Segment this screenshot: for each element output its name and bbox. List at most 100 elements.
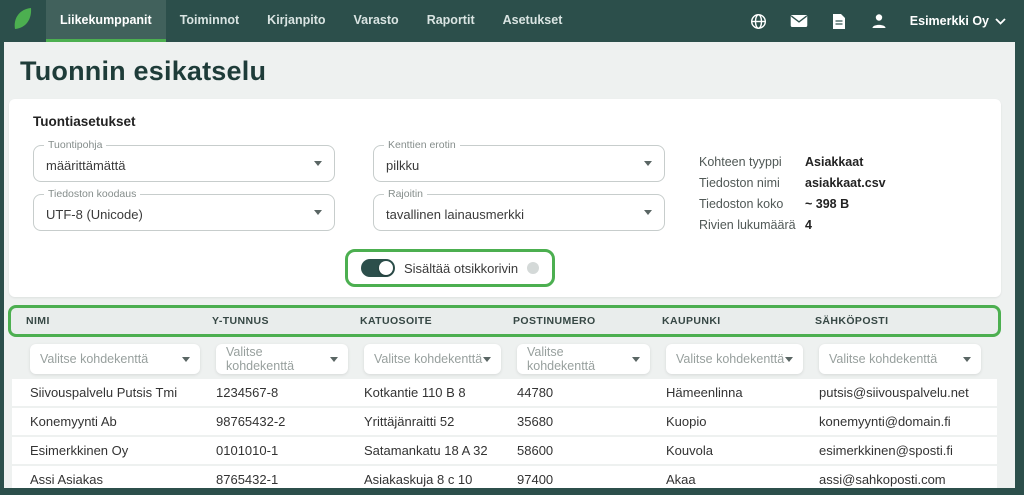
import-settings-card: Tuontiasetukset Tuontipohja määrittämätt… <box>9 99 1001 297</box>
select-value: pilkku <box>386 155 419 173</box>
cell-kaupunki: Akaa <box>666 472 819 487</box>
select-rajoitin[interactable]: Rajoitin tavallinen lainausmerkki <box>373 194 665 231</box>
info-label: Tiedoston nimi <box>699 176 805 190</box>
info-icon[interactable] <box>527 262 539 274</box>
nav-item-liikekumppanit[interactable]: Liikekumppanit <box>46 0 166 42</box>
leaf-logo-icon <box>12 6 34 37</box>
cell-y-tunnus: 8765432-1 <box>216 472 364 487</box>
form-column-middle: Kenttien erotin pilkku Rajoitin tavallin… <box>373 145 665 243</box>
column-header-y-tunnus: Y-TUNNUS <box>212 315 360 327</box>
cell-postinumero: 97400 <box>517 472 666 487</box>
column-header-kaupunki: KAUPUNKI <box>662 315 815 327</box>
cell-katuosoite: Asiakaskuja 8 c 10 <box>364 472 517 487</box>
mapping-select-kaupunki[interactable]: Valitse kohdekenttä <box>666 344 803 374</box>
table-row: Assi Asiakas 8765432-1 Asiakaskuja 8 c 1… <box>12 466 997 488</box>
dropdown-arrow-icon <box>182 357 190 362</box>
info-row-tiedoston-nimi: Tiedoston nimi asiakkaat.csv <box>699 172 886 193</box>
info-value: asiakkaat.csv <box>805 176 886 190</box>
cell-nimi: Esimerkkinen Oy <box>30 443 216 458</box>
cell-y-tunnus: 1234567-8 <box>216 385 364 400</box>
cell-katuosoite: Yrittäjänraitti 52 <box>364 414 517 429</box>
dropdown-arrow-icon <box>644 210 652 215</box>
nav-item-varasto[interactable]: Varasto <box>340 0 413 42</box>
select-value: UTF-8 (Unicode) <box>46 204 143 222</box>
info-row-tiedoston-koko: Tiedoston koko ~ 398 B <box>699 193 886 214</box>
info-label: Kohteen tyyppi <box>699 155 805 169</box>
select-value: tavallinen lainausmerkki <box>386 204 524 222</box>
dropdown-arrow-icon <box>314 161 322 166</box>
cell-nimi: Assi Asiakas <box>30 472 216 487</box>
app-logo[interactable] <box>0 0 46 42</box>
info-value: Asiakkaat <box>805 155 863 169</box>
nav-item-asetukset[interactable]: Asetukset <box>489 0 577 42</box>
nav-item-kirjanpito[interactable]: Kirjanpito <box>253 0 339 42</box>
column-header-nimi: NIMI <box>26 315 212 327</box>
nav-item-toiminnot[interactable]: Toiminnot <box>166 0 253 42</box>
cell-y-tunnus: 0101010-1 <box>216 443 364 458</box>
mapping-placeholder: Valitse kohdekenttä <box>40 352 148 366</box>
mapping-select-sahkoposti[interactable]: Valitse kohdekenttä <box>819 344 981 374</box>
mapping-select-katuosoite[interactable]: Valitse kohdekenttä <box>364 344 501 374</box>
info-row-kohteen-tyyppi: Kohteen tyyppi Asiakkaat <box>699 151 886 172</box>
cell-kaupunki: Kouvola <box>666 443 819 458</box>
cell-katuosoite: Satamankatu 18 A 32 <box>364 443 517 458</box>
mapping-select-y-tunnus[interactable]: Valitse kohdekenttä <box>216 344 348 374</box>
select-label: Rajoitin <box>384 188 427 200</box>
select-tuontipohja[interactable]: Tuontipohja määrittämättä <box>33 145 335 182</box>
main-menu: Liikekumppanit Toiminnot Kirjanpito Vara… <box>46 0 576 42</box>
toggle-label: Sisältää otsikkorivin <box>404 261 518 276</box>
mapping-select-postinumero[interactable]: Valitse kohdekenttä <box>517 344 650 374</box>
mapping-placeholder: Valitse kohdekenttä <box>829 352 937 366</box>
chevron-down-icon <box>995 14 1006 28</box>
table-row: Konemyynti Ab 98765432-2 Yrittäjänraitti… <box>12 408 997 437</box>
info-label: Rivien lukumäärä <box>699 218 805 232</box>
select-tiedoston-koodaus[interactable]: Tiedoston koodaus UTF-8 (Unicode) <box>33 194 335 231</box>
user-icon[interactable] <box>870 12 888 30</box>
cell-nimi: Konemyynti Ab <box>30 414 216 429</box>
cell-kaupunki: Kuopio <box>666 414 819 429</box>
column-header-sahkoposti: SÄHKÖPOSTI <box>815 315 998 327</box>
dropdown-arrow-icon <box>963 357 971 362</box>
highlight-box: Sisältää otsikkorivin <box>345 249 555 287</box>
select-value: määrittämättä <box>46 155 125 173</box>
header-row-toggle[interactable] <box>361 259 395 277</box>
cell-postinumero: 58600 <box>517 443 666 458</box>
header-row-toggle-area: Sisältää otsikkorivin <box>345 249 977 287</box>
select-label: Tiedoston koodaus <box>44 188 140 200</box>
card-title: Tuontiasetukset <box>33 114 977 129</box>
column-header-postinumero: POSTINUMERO <box>513 315 662 327</box>
nav-item-raportit[interactable]: Raportit <box>413 0 489 42</box>
cell-sahkoposti: esimerkkinen@sposti.fi <box>819 443 997 458</box>
table-header-row: NIMI Y-TUNNUS KATUOSOITE POSTINUMERO KAU… <box>8 305 1001 337</box>
cell-sahkoposti: assi@sahkoposti.com <box>819 472 997 487</box>
dropdown-arrow-icon <box>632 357 640 362</box>
info-value: ~ 398 B <box>805 197 849 211</box>
info-row-rivien-lukumaara: Rivien lukumäärä 4 <box>699 214 886 235</box>
cell-y-tunnus: 98765432-2 <box>216 414 364 429</box>
mapping-placeholder: Valitse kohdekenttä <box>374 352 482 366</box>
table-row: Esimerkkinen Oy 0101010-1 Satamankatu 18… <box>12 437 997 466</box>
select-label: Kenttien erotin <box>384 139 460 151</box>
mail-icon[interactable] <box>790 12 808 30</box>
company-menu[interactable]: Esimerkki Oy <box>910 14 1006 28</box>
cell-kaupunki: Hämeenlinna <box>666 385 819 400</box>
toggle-knob <box>379 261 393 275</box>
document-icon[interactable] <box>830 12 848 30</box>
cell-nimi: Siivouspalvelu Putsis Tmi <box>30 385 216 400</box>
preview-table-body: Siivouspalvelu Putsis Tmi 1234567-8 Kotk… <box>12 379 997 488</box>
dropdown-arrow-icon <box>330 357 338 362</box>
select-label: Tuontipohja <box>44 139 106 151</box>
cell-katuosoite: Kotkantie 110 B 8 <box>364 385 517 400</box>
cell-postinumero: 35680 <box>517 414 666 429</box>
mapping-placeholder: Valitse kohdekenttä <box>226 345 330 373</box>
mapping-select-nimi[interactable]: Valitse kohdekenttä <box>30 344 200 374</box>
page-title: Tuonnin esikatselu <box>20 56 1015 87</box>
field-mapping-row: Valitse kohdekenttä Valitse kohdekenttä … <box>12 341 997 377</box>
dropdown-arrow-icon <box>483 357 491 362</box>
info-value: 4 <box>805 218 812 232</box>
globe-icon[interactable] <box>750 12 768 30</box>
select-kenttien-erotin[interactable]: Kenttien erotin pilkku <box>373 145 665 182</box>
page-content: Tuonnin esikatselu Tuontiasetukset Tuont… <box>4 42 1015 488</box>
nav-right-tools: Esimerkki Oy <box>750 0 1024 42</box>
info-label: Tiedoston koko <box>699 197 805 211</box>
